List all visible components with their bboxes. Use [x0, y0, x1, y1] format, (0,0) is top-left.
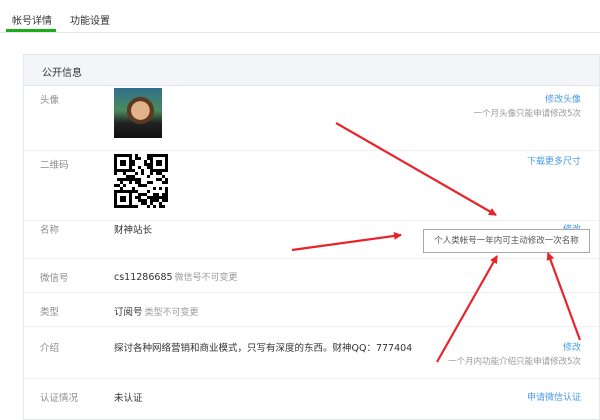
wechat-id-value-group: cs11286685 微信号不可变更 [114, 270, 238, 283]
type-row: 类型 订阅号 类型不可变更 [24, 292, 599, 327]
verify-value: 未认证 [114, 393, 143, 404]
qrcode-row: 二维码 下载更多尺寸 [24, 150, 599, 221]
account-name: 财神站长 [114, 225, 153, 236]
avatar [114, 88, 162, 138]
wechat-id-value: cs11286685 [114, 272, 173, 283]
tab-feature-settings[interactable]: 功能设置 [70, 12, 110, 27]
apply-verification-link[interactable]: 申请微信认证 [527, 390, 581, 403]
change-avatar-link[interactable]: 修改头像 [545, 92, 581, 105]
avatar-row: 头像 修改头像 一个月头像只能申请修改5次 [24, 86, 599, 151]
active-tab-indicator [6, 29, 56, 32]
qrcode-label: 二维码 [40, 160, 69, 171]
section-title: 公开信息 [42, 68, 82, 79]
name-label: 名称 [40, 225, 60, 236]
qrcode-image [114, 154, 168, 208]
change-intro-link[interactable]: 修改 [563, 340, 581, 353]
avatar-limit-hint: 一个月头像只能申请修改5次 [473, 109, 581, 119]
intro-row: 介绍 探讨各种网络营销和商业模式，只写有深度的东西。财神QQ：777404 修改… [24, 326, 599, 379]
wechat-id-label: 微信号 [40, 273, 69, 284]
verify-row: 认证情况 未认证 申请微信认证 [24, 378, 599, 419]
wechat-id-tip: 微信号不可变更 [174, 273, 238, 283]
type-value-group: 订阅号 类型不可变更 [114, 304, 199, 318]
type-tip: 类型不可变更 [144, 308, 199, 318]
card-header: 公开信息 [24, 55, 599, 86]
rename-tooltip: 个人类帐号一年内可主动修改一次名称 [423, 229, 590, 253]
type-label: 类型 [40, 307, 60, 318]
tab-account-details[interactable]: 帐号详情 [12, 12, 52, 27]
avatar-label: 头像 [40, 95, 60, 106]
intro-label: 介绍 [40, 343, 60, 354]
wechat-id-row: 微信号 cs11286685 微信号不可变更 [24, 258, 599, 293]
download-qrcode-link[interactable]: 下载更多尺寸 [527, 154, 581, 167]
intro-limit-hint: 一个月内功能介绍只能申请修改5次 [448, 357, 581, 367]
tab-bar: 帐号详情 功能设置 [0, 0, 600, 33]
type-value: 订阅号 [114, 307, 143, 318]
verify-label: 认证情况 [40, 393, 79, 404]
intro-value: 探讨各种网络营销和商业模式，只写有深度的东西。财神QQ：777404 [114, 343, 413, 354]
